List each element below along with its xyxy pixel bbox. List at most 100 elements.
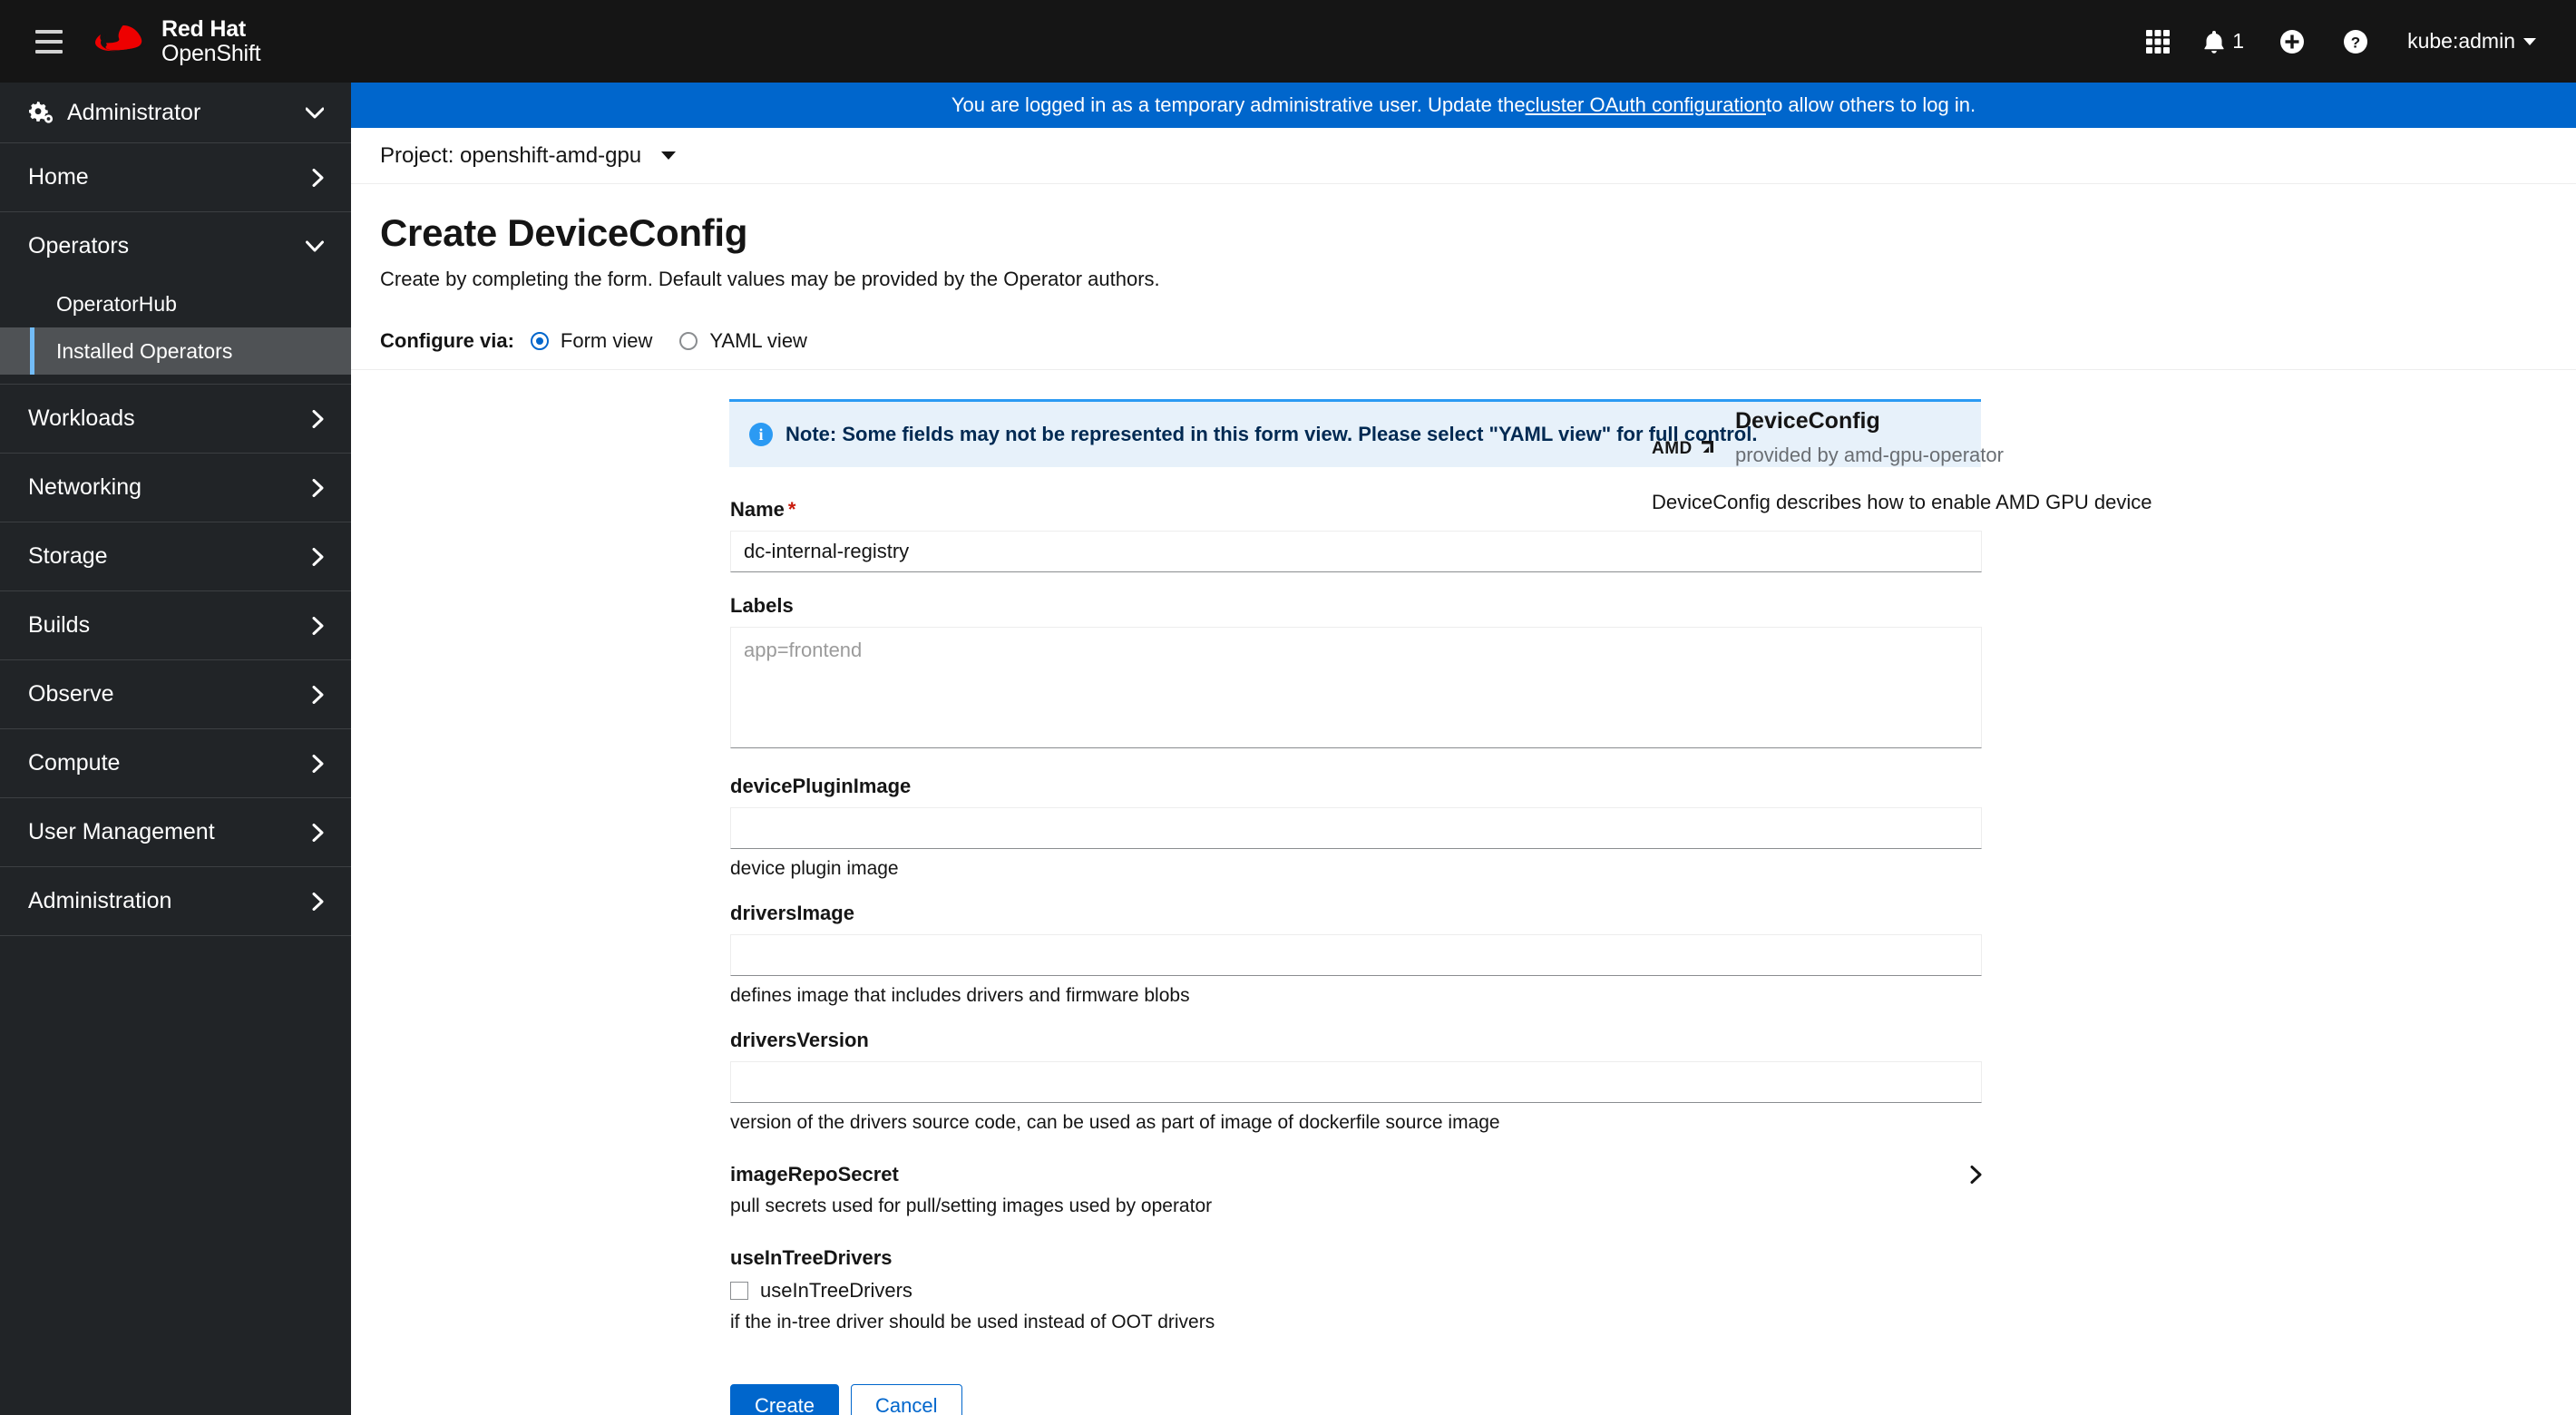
perspective-switcher[interactable]: Administrator (0, 83, 351, 143)
notification-count: 1 (2232, 29, 2245, 53)
caret-down-icon (661, 151, 677, 160)
notifications-button[interactable]: 1 (2190, 13, 2260, 71)
resource-info-card: AMD DeviceConfig provided by amd-gpu-ope… (1652, 399, 2540, 467)
cogs-icon (28, 99, 55, 126)
hamburger-icon[interactable] (25, 18, 73, 65)
sidebar-item-storage[interactable]: Storage (0, 522, 351, 590)
main-content: You are logged in as a temporary adminis… (351, 83, 2576, 1415)
sidebar-item-label: Storage (28, 543, 108, 569)
configure-via-label: Configure via: (380, 329, 514, 352)
brand-logo[interactable]: Red Hat OpenShift (89, 16, 261, 66)
sidebar-item-home[interactable]: Home (0, 143, 351, 211)
openshift-console: Red Hat OpenShift 1 ? kube:admin Adminis… (0, 0, 2576, 1415)
radio-form-view-input[interactable] (530, 332, 549, 350)
chevron-right-icon (312, 754, 324, 773)
chevron-right-icon (312, 616, 324, 635)
page-subtitle: Create by completing the form. Default v… (380, 268, 1160, 290)
resource-info-panel: AMD DeviceConfig provided by amd-gpu-ope… (1637, 399, 2576, 1415)
sidebar-item-label: Workloads (28, 405, 135, 431)
resource-info-text: DeviceConfig provided by amd-gpu-operato… (1735, 408, 2540, 467)
nav-section-home: Home (0, 143, 351, 212)
nav-section-user-management: User Management (0, 798, 351, 867)
project-selector[interactable]: Project: openshift-amd-gpu (380, 142, 677, 169)
use-in-tree-drivers-checkbox[interactable] (730, 1281, 748, 1300)
brand-line-2: OpenShift (161, 40, 261, 66)
use-in-tree-drivers-checkbox-label: useInTreeDrivers (760, 1278, 912, 1302)
sidebar-item-label: User Management (28, 819, 215, 844)
sidebar-item-installed-operators[interactable]: Installed Operators (0, 327, 351, 375)
nav-section-builds: Builds (0, 591, 351, 660)
perspective-label: Administrator (67, 99, 201, 125)
radio-yaml-view-input[interactable] (679, 332, 698, 350)
sidebar-subitem-label: Installed Operators (56, 338, 233, 363)
sidebar-item-label: Operators (28, 233, 130, 259)
body-row: Administrator Home Operators OperatorHub… (0, 83, 2576, 1415)
banner-text-after: to allow others to log in. (1765, 93, 1976, 116)
sidebar-item-administration[interactable]: Administration (0, 867, 351, 935)
image-repo-secret-label: imageRepoSecret (730, 1162, 899, 1186)
create-button[interactable]: Create (730, 1383, 840, 1415)
radio-form-view-label: Form view (560, 329, 653, 352)
nav-section-compute: Compute (0, 729, 351, 798)
configure-via-radio-group: Form view YAML view (530, 329, 807, 353)
cancel-button[interactable]: Cancel (851, 1383, 962, 1415)
radio-form-view[interactable]: Form view (530, 329, 653, 353)
user-label: kube:admin (2407, 29, 2515, 53)
nav-section-workloads: Workloads (0, 385, 351, 454)
form-column: i Note: Some fields may not be represent… (351, 399, 1982, 1415)
caret-down-icon (306, 107, 324, 118)
sidebar-item-label: Compute (28, 750, 121, 776)
chevron-down-icon (306, 240, 324, 252)
user-menu[interactable]: kube:admin (2387, 29, 2545, 54)
sidebar-item-label: Home (28, 164, 89, 190)
temporary-user-banner: You are logged in as a temporary adminis… (351, 83, 2576, 128)
nav-section-operators: Operators OperatorHub Installed Operator… (0, 212, 351, 385)
sidebar-item-operatorhub[interactable]: OperatorHub (0, 280, 351, 327)
sidebar-item-operators[interactable]: Operators (0, 212, 351, 280)
sidebar-item-label: Observe (28, 681, 114, 707)
content-columns: i Note: Some fields may not be represent… (351, 370, 2576, 1415)
info-circle-icon: i (749, 423, 773, 446)
sidebar-item-builds[interactable]: Builds (0, 591, 351, 659)
svg-text:AMD: AMD (1652, 439, 1693, 458)
cluster-oauth-configuration-link[interactable]: cluster OAuth configuration (1526, 93, 1766, 117)
chevron-right-icon (312, 892, 324, 911)
name-label-text: Name (730, 497, 785, 521)
amd-logo-icon: AMD (1652, 408, 1715, 464)
project-selector-label: Project: openshift-amd-gpu (380, 142, 642, 168)
question-circle-icon[interactable]: ? (2324, 13, 2387, 71)
project-bar: Project: openshift-amd-gpu (351, 128, 2576, 184)
plus-circle-icon[interactable] (2260, 13, 2324, 71)
nav-section-observe: Observe (0, 660, 351, 729)
sidebar-item-observe[interactable]: Observe (0, 660, 351, 728)
masthead: Red Hat OpenShift 1 ? kube:admin (0, 0, 2576, 83)
caret-down-icon (2523, 37, 2536, 45)
radio-yaml-view[interactable]: YAML view (679, 329, 807, 353)
required-marker: * (787, 497, 796, 521)
bell-icon (2204, 30, 2224, 54)
sidebar-item-label: Administration (28, 888, 172, 913)
chevron-right-icon (312, 547, 324, 566)
chevron-right-icon (312, 409, 324, 428)
chevron-right-icon (312, 823, 324, 842)
configure-via-row: Configure via: Form view YAML view (351, 318, 2576, 370)
brand-text: Red Hat OpenShift (161, 16, 261, 66)
page-title: Create DeviceConfig (380, 211, 748, 254)
chevron-right-icon (312, 168, 324, 187)
sidebar-item-label: Networking (28, 474, 142, 500)
page-header: Create DeviceConfig Create by completing… (351, 184, 2576, 291)
red-hat-logo-icon (95, 24, 147, 51)
operators-subgroup: OperatorHub Installed Operators (0, 280, 351, 384)
brand-line-1: Red Hat (161, 16, 247, 43)
masthead-tools: 1 ? kube:admin (2126, 13, 2545, 71)
radio-yaml-view-label: YAML view (709, 329, 807, 352)
sidebar-item-networking[interactable]: Networking (0, 454, 351, 522)
sidebar-item-workloads[interactable]: Workloads (0, 385, 351, 453)
grid-apps-icon[interactable] (2126, 13, 2190, 71)
sidebar-item-compute[interactable]: Compute (0, 729, 351, 797)
nav-section-storage: Storage (0, 522, 351, 591)
sidebar-item-user-management[interactable]: User Management (0, 798, 351, 866)
alert-message: Note: Some fields may not be represented… (785, 423, 1758, 445)
page-scroll-area[interactable]: Create DeviceConfig Create by completing… (351, 184, 2576, 1415)
resource-provider: provided by amd-gpu-operator (1735, 444, 2004, 466)
